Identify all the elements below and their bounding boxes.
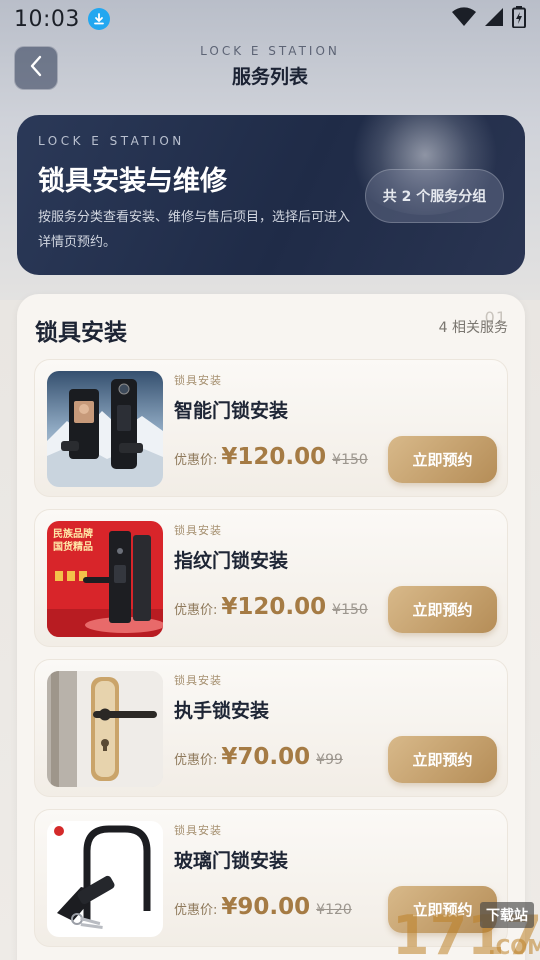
item-name: 执手锁安装 <box>174 700 270 722</box>
item-name: 玻璃门锁安装 <box>174 850 289 872</box>
item-category: 锁具安装 <box>174 824 222 837</box>
fingerprint-lock-image: 民族品牌 国货精品 <box>47 521 163 637</box>
book-now-button[interactable]: 立即预约 <box>388 586 497 633</box>
watermark-text: 下载站 <box>480 902 534 928</box>
service-item[interactable]: 锁具安装 执手锁安装 优惠价: ¥70.00 ¥99 立即预约 <box>34 659 508 797</box>
original-price: ¥150 <box>332 602 368 618</box>
price-label: 优惠价: <box>174 453 218 468</box>
image-text-2: 国货精品 <box>53 540 93 553</box>
page-title: 服务列表 <box>231 66 308 88</box>
original-price: ¥99 <box>316 752 343 768</box>
signal-icon <box>484 7 504 31</box>
item-category: 锁具安装 <box>174 374 222 387</box>
hero-description: 按服务分类查看安装、维修与售后项目，选择后可进入详情页预约。 <box>38 210 351 250</box>
battery-icon <box>512 6 526 32</box>
smart-lock-image <box>47 371 163 487</box>
original-price: ¥150 <box>332 452 368 468</box>
header-subtitle: LOCK E STATION <box>200 44 340 58</box>
item-category: 锁具安装 <box>174 524 222 537</box>
watermark-suffix: .COM <box>488 935 540 959</box>
price-row: 优惠价: ¥120.00 ¥150 <box>174 594 368 624</box>
wifi-icon <box>452 7 476 31</box>
service-group-count-badge: 共 2 个服务分组 <box>365 169 504 223</box>
book-now-button[interactable]: 立即预约 <box>388 736 497 783</box>
section-count: 4 相关服务 <box>438 320 508 336</box>
price-label: 优惠价: <box>174 753 218 768</box>
service-section-card: 锁具安装 01 4 相关服务 锁具安装 智能门锁安装 优惠价: ¥120.00 … <box>17 294 525 960</box>
discount-price: ¥120.00 <box>221 444 327 470</box>
hero-eyebrow: LOCK E STATION <box>38 134 185 148</box>
hero-title: 锁具安装与维修 <box>38 166 227 197</box>
glass-door-lock-image <box>47 821 163 937</box>
lever-lock-image <box>47 671 163 787</box>
section-title: 锁具安装 <box>35 320 127 346</box>
item-name: 指纹门锁安装 <box>174 550 289 572</box>
service-item[interactable]: 民族品牌 国货精品 锁具安装 指纹门锁安装 优惠价: ¥120.00 ¥150 … <box>34 509 508 647</box>
price-row: 优惠价: ¥70.00 ¥99 <box>174 744 343 774</box>
discount-price: ¥120.00 <box>221 594 327 620</box>
service-item[interactable]: 锁具安装 智能门锁安装 优惠价: ¥120.00 ¥150 立即预约 <box>34 359 508 497</box>
image-text-1: 民族品牌 <box>53 527 93 540</box>
item-name: 智能门锁安装 <box>174 400 289 422</box>
discount-price: ¥90.00 <box>221 894 311 920</box>
discount-price: ¥70.00 <box>221 744 311 770</box>
book-now-button[interactable]: 立即预约 <box>388 436 497 483</box>
download-badge-icon <box>87 8 110 30</box>
status-time: 10:03 <box>14 6 80 32</box>
price-row: 优惠价: ¥120.00 ¥150 <box>174 444 368 474</box>
price-label: 优惠价: <box>174 603 218 618</box>
hero-card: LOCK E STATION 锁具安装与维修 按服务分类查看安装、维修与售后项目… <box>17 115 525 275</box>
status-bar: 10:03 <box>0 0 540 38</box>
item-category: 锁具安装 <box>174 674 222 687</box>
price-label: 优惠价: <box>174 903 218 918</box>
